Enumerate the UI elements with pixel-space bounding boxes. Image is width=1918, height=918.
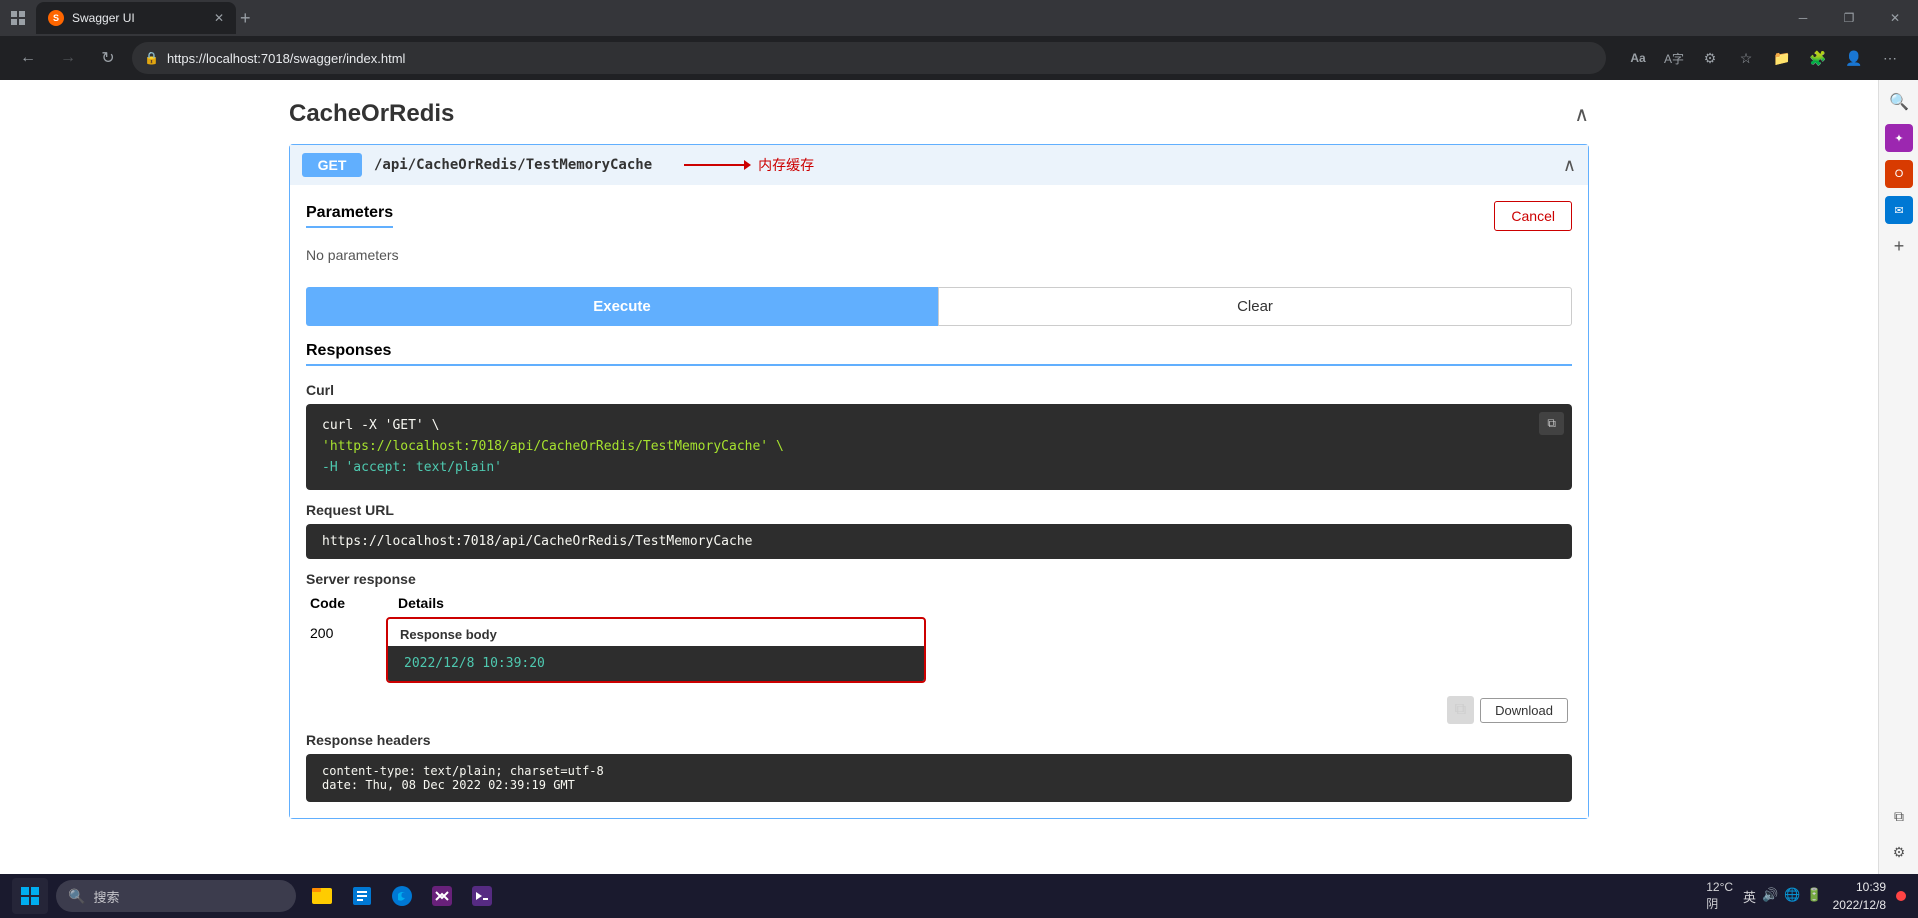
sidebar-settings-icon[interactable]: ⚙ bbox=[1885, 838, 1913, 866]
details-header: Details bbox=[398, 595, 444, 611]
taskbar-app-files[interactable] bbox=[344, 878, 380, 914]
sidebar-search-icon[interactable]: 🔍 bbox=[1885, 88, 1913, 116]
lock-icon: 🔒 bbox=[144, 51, 159, 65]
favorites-icon[interactable]: ☆ bbox=[1730, 42, 1762, 74]
back-button[interactable]: ← bbox=[12, 42, 44, 74]
tab-close-icon[interactable]: ✕ bbox=[214, 11, 224, 25]
time-display: 10:39 2022/12/8 bbox=[1833, 878, 1886, 914]
method-badge: GET bbox=[302, 153, 362, 177]
request-url-block: https://localhost:7018/api/CacheOrRedis/… bbox=[306, 524, 1572, 559]
taskbar-app-edge[interactable] bbox=[384, 878, 420, 914]
cancel-button[interactable]: Cancel bbox=[1494, 201, 1572, 231]
taskbar-system-icons: 英 🔊 🌐 🔋 bbox=[1743, 887, 1823, 906]
response-200-box: Response body 2022/12/8 10:39:20 bbox=[386, 617, 926, 683]
curl-copy-button[interactable]: ⧉ bbox=[1539, 412, 1564, 435]
server-response-label: Server response bbox=[306, 571, 1572, 587]
network-icon[interactable]: 🌐 bbox=[1784, 887, 1800, 906]
response-header-line1: content-type: text/plain; charset=utf-8 bbox=[322, 764, 1556, 778]
notification-dot[interactable] bbox=[1896, 891, 1906, 901]
battery-icon: 🔋 bbox=[1806, 887, 1822, 906]
browser-tab[interactable]: S Swagger UI ✕ bbox=[36, 2, 236, 34]
response-copy-icon-button[interactable]: ⧉ bbox=[1447, 696, 1474, 724]
date-value: 2022/12/8 bbox=[1833, 896, 1886, 914]
search-placeholder-text: 搜索 bbox=[93, 887, 119, 906]
curl-label: Curl bbox=[306, 382, 1572, 398]
response-details-cell: Response body 2022/12/8 10:39:20 bbox=[386, 617, 1572, 688]
endpoint-path: /api/CacheOrRedis/TestMemoryCache bbox=[374, 157, 652, 173]
curl-line1: curl -X 'GET' \ bbox=[322, 418, 439, 433]
response-body-label: Response body bbox=[388, 619, 924, 646]
clear-button[interactable]: Clear bbox=[938, 287, 1572, 326]
close-button[interactable]: ✕ bbox=[1872, 0, 1918, 36]
volume-icon[interactable]: 🔊 bbox=[1762, 887, 1778, 906]
tab-title: Swagger UI bbox=[72, 11, 206, 25]
taskbar-app-vs[interactable] bbox=[424, 878, 460, 914]
responses-title: Responses bbox=[306, 342, 1572, 366]
reload-button[interactable]: ↻ bbox=[92, 42, 124, 74]
response-headers-code: content-type: text/plain; charset=utf-8 … bbox=[306, 754, 1572, 802]
response-code-cell: 200 bbox=[306, 617, 386, 649]
no-parameters-text: No parameters bbox=[306, 247, 1572, 263]
request-url-value: https://localhost:7018/api/CacheOrRedis/… bbox=[322, 534, 752, 549]
browser-action-aa[interactable]: Aa bbox=[1622, 42, 1654, 74]
arrow-annotation: 内存缓存 bbox=[672, 155, 814, 175]
start-button[interactable] bbox=[12, 878, 48, 914]
more-menu-button[interactable]: ⋯ bbox=[1874, 42, 1906, 74]
temperature-value: 12°C bbox=[1706, 879, 1733, 896]
time-value: 10:39 bbox=[1833, 878, 1886, 896]
new-tab-button[interactable]: + bbox=[236, 4, 255, 33]
taskbar-right-area: 12°C 阴 英 🔊 🌐 🔋 10:39 2022/12/8 bbox=[1706, 878, 1906, 914]
taskbar-app-terminal[interactable] bbox=[464, 878, 500, 914]
taskbar-search-box[interactable]: 🔍 搜索 bbox=[56, 880, 296, 912]
minimize-button[interactable]: ─ bbox=[1780, 0, 1826, 36]
weather-condition: 阴 bbox=[1706, 896, 1718, 913]
response-headers-label: Response headers bbox=[306, 732, 1572, 748]
grid-button[interactable] bbox=[0, 0, 36, 36]
sidebar-office-icon[interactable]: O bbox=[1885, 160, 1913, 188]
forward-button[interactable]: → bbox=[52, 42, 84, 74]
endpoint-block: GET /api/CacheOrRedis/TestMemoryCache 内存… bbox=[289, 144, 1589, 819]
taskbar-app-explorer[interactable] bbox=[304, 878, 340, 914]
code-header: Code bbox=[310, 595, 390, 611]
parameters-title: Parameters bbox=[306, 204, 393, 228]
sidebar-extension-icon[interactable]: ✦ bbox=[1885, 124, 1913, 152]
execute-button[interactable]: Execute bbox=[306, 287, 938, 326]
request-url-label: Request URL bbox=[306, 502, 1572, 518]
annotation-label: 内存缓存 bbox=[758, 155, 814, 175]
address-bar[interactable]: 🔒 https://localhost:7018/swagger/index.h… bbox=[132, 42, 1606, 74]
tab-favicon: S bbox=[48, 10, 64, 26]
section-title: CacheOrRedis bbox=[289, 100, 454, 128]
collections-icon[interactable]: 📁 bbox=[1766, 42, 1798, 74]
response-body-code: 2022/12/8 10:39:20 bbox=[388, 646, 924, 681]
endpoint-collapse-icon[interactable]: ∧ bbox=[1563, 155, 1576, 176]
response-code-value: 200 bbox=[310, 625, 333, 641]
profile-icon[interactable]: 👤 bbox=[1838, 42, 1870, 74]
browser-action-translate[interactable]: A字 bbox=[1658, 42, 1690, 74]
response-header-line2: date: Thu, 08 Dec 2022 02:39:19 GMT bbox=[322, 778, 1556, 792]
sidebar-window-icon[interactable]: ⧉ bbox=[1885, 802, 1913, 830]
download-button[interactable]: Download bbox=[1480, 698, 1568, 723]
sidebar-outlook-icon[interactable]: ✉ bbox=[1885, 196, 1913, 224]
keyboard-icon: 英 bbox=[1743, 887, 1756, 906]
browser-action-extension1[interactable]: ⚙ bbox=[1694, 42, 1726, 74]
endpoint-header[interactable]: GET /api/CacheOrRedis/TestMemoryCache 内存… bbox=[290, 145, 1588, 185]
response-body-value: 2022/12/8 10:39:20 bbox=[404, 656, 545, 671]
collapse-section-button[interactable]: ∧ bbox=[1574, 102, 1589, 127]
taskbar: 🔍 搜索 12°C 阴 英 🔊 🌐 🔋 1 bbox=[0, 874, 1918, 918]
sidebar-add-icon[interactable]: + bbox=[1885, 232, 1913, 260]
url-text: https://localhost:7018/swagger/index.htm… bbox=[167, 51, 405, 66]
curl-line2: 'https://localhost:7018/api/CacheOrRedis… bbox=[322, 439, 784, 454]
restore-button[interactable]: ❐ bbox=[1826, 0, 1872, 36]
extensions-icon[interactable]: 🧩 bbox=[1802, 42, 1834, 74]
curl-line3: -H 'accept: text/plain' bbox=[322, 460, 502, 475]
curl-code-block: curl -X 'GET' \ 'https://localhost:7018/… bbox=[306, 404, 1572, 490]
temperature-display: 12°C 阴 bbox=[1706, 879, 1733, 913]
search-icon: 🔍 bbox=[68, 888, 85, 905]
